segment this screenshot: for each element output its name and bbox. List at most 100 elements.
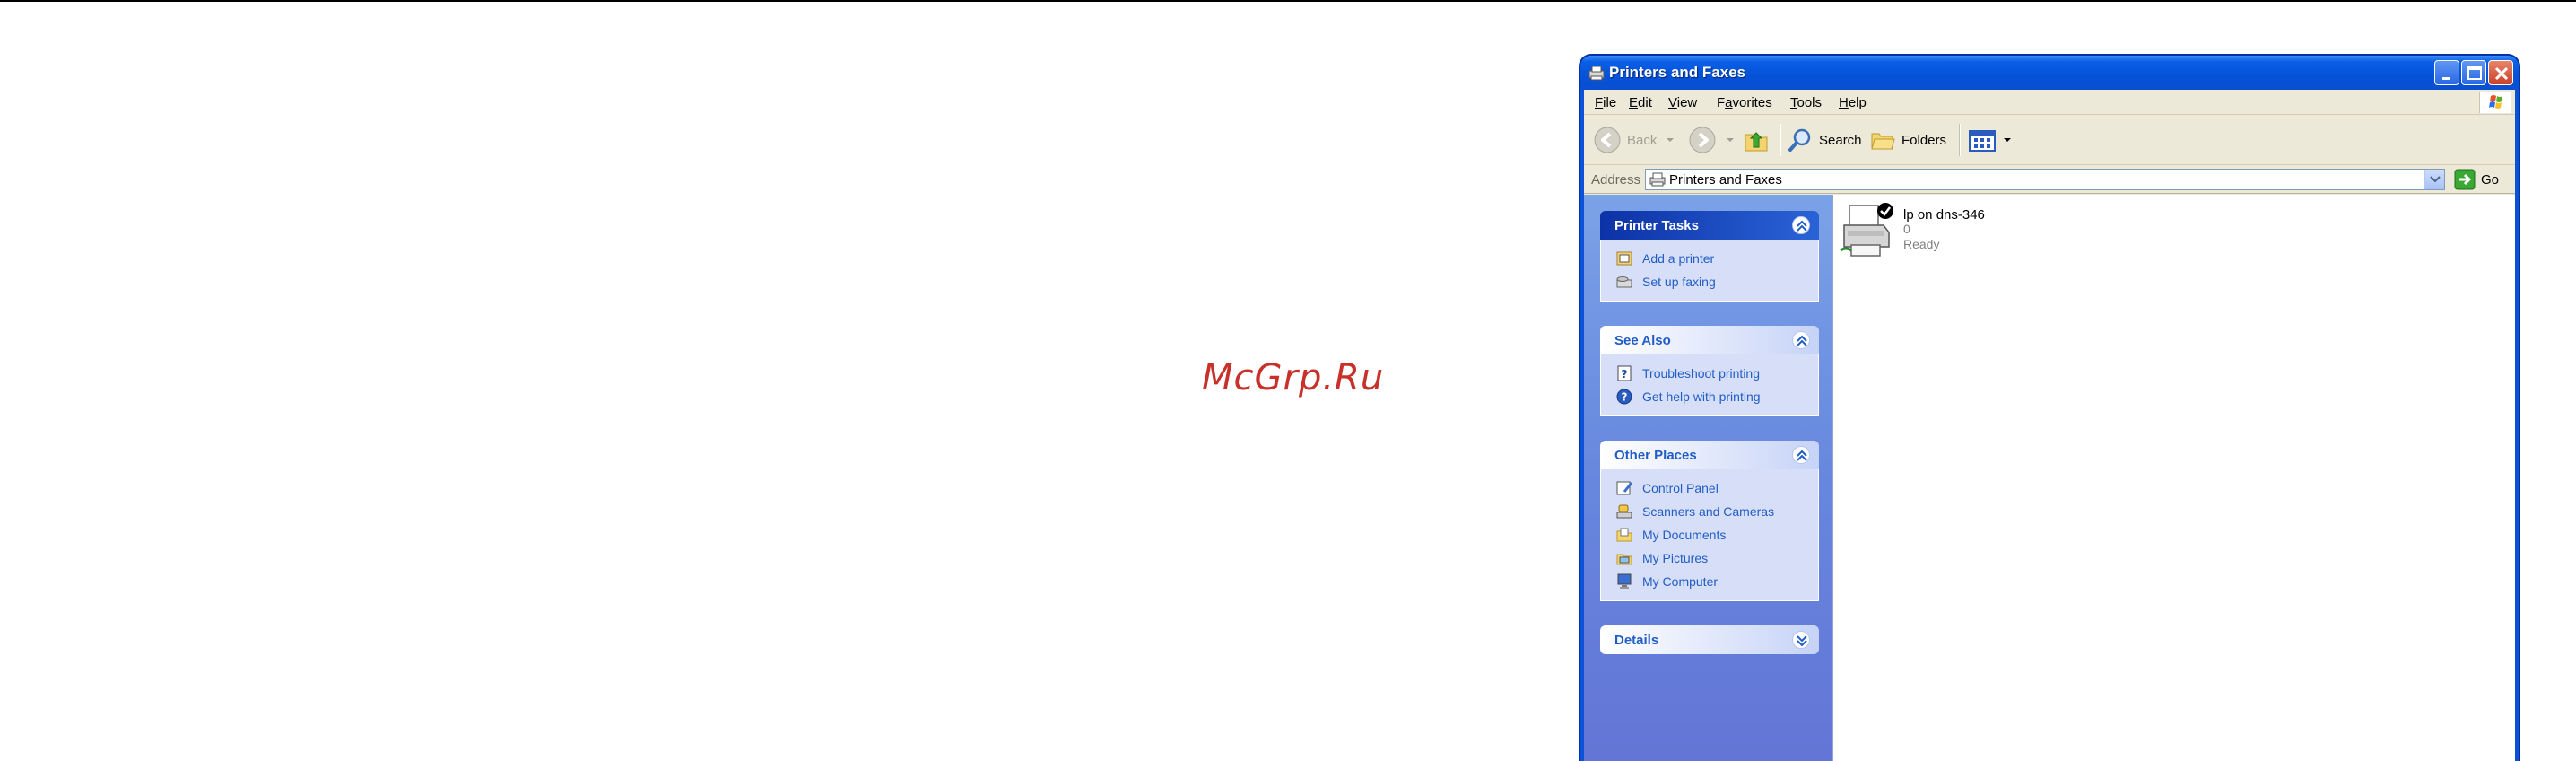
printer-item[interactable]: lp on dns-346 0 Ready	[1839, 200, 2018, 263]
help-circle-icon: ?	[1616, 389, 1632, 405]
go-arrow-icon	[2454, 169, 2476, 190]
details-title: Details	[1614, 633, 1659, 648]
explorer-window: Printers and Faxes File Edit View Favori…	[1579, 54, 2520, 761]
menu-edit[interactable]: Edit	[1629, 95, 1652, 110]
views-icon	[1969, 130, 1996, 152]
page-top-rule	[0, 0, 2576, 2]
my-computer-icon	[1617, 573, 1632, 589]
link-label: Set up faxing	[1642, 275, 1716, 289]
up-folder-icon	[1745, 132, 1768, 152]
minimize-button[interactable]	[2434, 60, 2459, 85]
menu-file-mnemonic: F	[1595, 95, 1604, 110]
folders-button[interactable]: Folders	[1869, 122, 1946, 158]
my-documents-link[interactable]: My Documents	[1615, 523, 1818, 547]
up-folder-button[interactable]	[1742, 122, 1776, 158]
chevron-down-icon	[1667, 138, 1675, 142]
task-pane: Printer Tasks Add a printer Set up faxin…	[1584, 195, 1832, 761]
svg-text:?: ?	[1622, 368, 1628, 380]
collapse-button[interactable]	[1792, 446, 1810, 464]
double-chevron-up-icon	[1797, 450, 1807, 461]
menu-tools-mnemonic: T	[1790, 95, 1797, 110]
minimize-icon	[2442, 77, 2450, 80]
menu-help-mnemonic: H	[1839, 95, 1849, 110]
printer-name: lp on dns-346	[1903, 207, 1985, 223]
menu-file-label: ile	[1603, 95, 1617, 110]
menu-favorites-prefix: F	[1717, 95, 1726, 110]
printers-list-view: lp on dns-346 0 Ready	[1832, 195, 2515, 761]
my-pictures-link[interactable]: My Pictures	[1615, 547, 1818, 570]
go-button[interactable]: Go	[2454, 169, 2499, 190]
menu-edit-label: dit	[1638, 95, 1652, 110]
address-bar: Address Printers and Faxes Go	[1584, 165, 2515, 194]
maximize-icon	[2467, 66, 2482, 80]
see-also-title: See Also	[1614, 333, 1671, 348]
windows-logo-icon	[2479, 92, 2511, 113]
see-also-header[interactable]: See Also	[1600, 326, 1819, 354]
set-up-faxing-link[interactable]: Set up faxing	[1615, 270, 1818, 293]
watermark: McGrp.Ru	[1202, 357, 1385, 398]
collapse-button[interactable]	[1792, 216, 1810, 234]
menu-favorites-label: vorites	[1732, 95, 1772, 110]
expand-button[interactable]	[1792, 631, 1810, 649]
address-dropdown-button[interactable]	[2424, 170, 2444, 189]
folders-label: Folders	[1902, 132, 1947, 148]
scanners-cameras-link[interactable]: Scanners and Cameras	[1615, 500, 1818, 523]
chevron-down-icon	[2430, 176, 2441, 183]
close-button[interactable]	[2488, 60, 2513, 85]
printer-tasks-body: Add a printer Set up faxing	[1600, 240, 1819, 302]
add-printer-link[interactable]: Add a printer	[1615, 247, 1818, 270]
link-label: Troubleshoot printing	[1642, 366, 1761, 380]
views-button[interactable]	[1968, 122, 2018, 158]
forward-button[interactable]	[1688, 122, 1742, 158]
details-header[interactable]: Details	[1600, 625, 1819, 654]
menu-tools[interactable]: Tools	[1790, 95, 1822, 110]
other-places-header[interactable]: Other Places	[1600, 441, 1819, 469]
printer-folder-icon	[1588, 66, 1605, 81]
link-label: My Computer	[1642, 574, 1719, 589]
link-label: Scanners and Cameras	[1642, 504, 1775, 519]
my-pictures-icon	[1616, 554, 1632, 565]
back-label: Back	[1627, 132, 1658, 148]
menu-favorites[interactable]: Favorites	[1717, 95, 1772, 110]
collapse-button[interactable]	[1792, 331, 1810, 349]
menu-view[interactable]: View	[1668, 95, 1697, 110]
back-button[interactable]: Back	[1593, 122, 1682, 158]
double-chevron-up-icon	[1797, 335, 1807, 346]
link-label: Control Panel	[1642, 481, 1719, 495]
printer-folder-icon	[1649, 172, 1666, 187]
window-title: Printers and Faxes	[1609, 64, 1746, 81]
address-label: Address	[1591, 172, 1641, 188]
get-help-printing-link[interactable]: ? Get help with printing	[1615, 385, 1818, 408]
troubleshoot-printing-link[interactable]: ? Troubleshoot printing	[1615, 362, 1818, 385]
help-book-icon: ?	[1617, 365, 1632, 381]
title-bar[interactable]: Printers and Faxes	[1580, 56, 2519, 90]
menu-favorites-mnemonic: a	[1725, 95, 1733, 110]
standard-toolbar: Back Search Folders	[1584, 115, 2515, 165]
my-computer-link[interactable]: My Computer	[1615, 570, 1818, 593]
svg-text:?: ?	[1622, 391, 1628, 404]
address-value: Printers and Faxes	[1669, 172, 1782, 188]
details-panel: Details	[1600, 625, 1819, 654]
menu-tools-label: ools	[1797, 95, 1823, 110]
address-input[interactable]: Printers and Faxes	[1645, 169, 2445, 190]
my-documents-icon	[1616, 528, 1632, 542]
printer-document-count: 0	[1903, 222, 1910, 236]
menu-file[interactable]: File	[1595, 95, 1616, 110]
search-label: Search	[1819, 132, 1862, 148]
chevron-down-icon	[1727, 138, 1734, 142]
link-label: My Pictures	[1642, 551, 1709, 565]
scanner-camera-icon	[1616, 504, 1632, 519]
printer-tasks-header[interactable]: Printer Tasks	[1600, 211, 1819, 240]
maximize-button[interactable]	[2461, 60, 2486, 85]
link-label: My Documents	[1642, 528, 1727, 542]
search-button[interactable]: Search	[1787, 122, 1862, 158]
see-also-panel: See Also ? Troubleshoot printing ? Get h…	[1600, 326, 1819, 416]
menu-help-label: elp	[1848, 95, 1867, 110]
folders-icon	[1871, 133, 1895, 150]
forward-arrow-icon	[1689, 127, 1716, 153]
back-arrow-icon	[1594, 127, 1621, 153]
menu-help[interactable]: Help	[1839, 95, 1867, 110]
control-panel-link[interactable]: Control Panel	[1615, 477, 1818, 500]
go-label: Go	[2481, 171, 2500, 188]
menu-edit-mnemonic: E	[1629, 95, 1639, 110]
